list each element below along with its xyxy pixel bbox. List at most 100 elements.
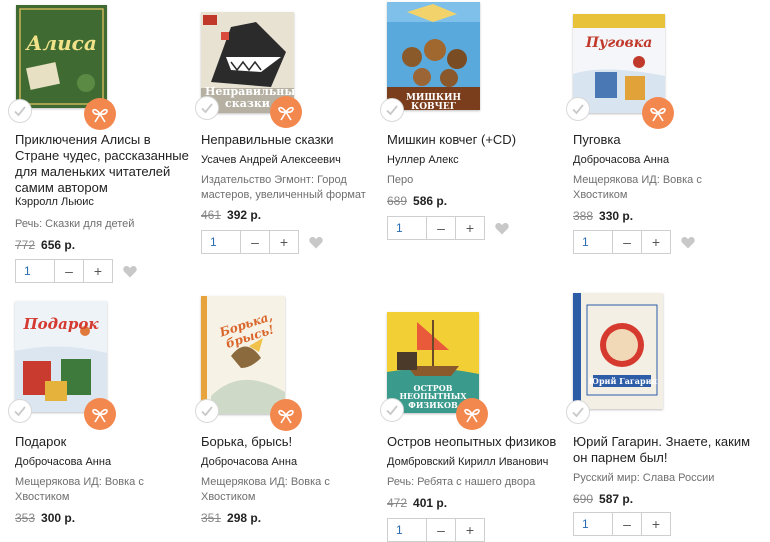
quantity-box: – + (387, 216, 485, 240)
gift-button[interactable] (642, 97, 674, 129)
decrease-button[interactable]: – (240, 231, 269, 253)
gift-button[interactable] (84, 98, 116, 130)
product-title[interactable]: Остров неопытных физиков (387, 434, 567, 450)
product-card: Борька, брысь! Борька, брысь! Доброчасов… (195, 296, 381, 525)
increase-button[interactable]: + (83, 260, 112, 282)
quantity-input[interactable] (574, 513, 612, 535)
checkmark-icon (386, 105, 398, 116)
product-publisher[interactable]: Русский мир: Слава России (573, 471, 748, 486)
product-title[interactable]: Приключения Алисы в Стране чудес, расска… (15, 132, 195, 196)
increase-button[interactable]: + (269, 231, 298, 253)
select-checkbox[interactable] (380, 98, 404, 122)
checkmark-icon (572, 104, 584, 115)
quantity-box: – + (15, 259, 113, 283)
product-author[interactable]: Доброчасова Анна (201, 455, 297, 469)
price-block: 690 587 р. (573, 492, 633, 506)
gift-bow-icon (464, 408, 480, 423)
book-cover[interactable]: Юрий Гагарин (573, 293, 663, 409)
product-title[interactable]: Неправильные сказки (201, 132, 381, 148)
quantity-stepper: – + (201, 230, 323, 254)
book-cover[interactable]: Борька, брысь! (201, 296, 285, 414)
decrease-button[interactable]: – (54, 260, 83, 282)
product-publisher[interactable]: Мещерякова ИД: Вовка с Хвостиком (15, 475, 190, 505)
gift-button[interactable] (270, 96, 302, 128)
quantity-stepper: – + (573, 512, 671, 536)
quantity-input[interactable] (574, 231, 612, 253)
select-checkbox[interactable] (566, 97, 590, 121)
book-cover[interactable]: Подарок (15, 301, 107, 412)
old-price: 772 (15, 238, 36, 252)
cover-title: Алиса (26, 31, 97, 55)
old-price: 472 (387, 496, 408, 510)
product-publisher[interactable]: Речь: Ребята с нашего двора (387, 475, 562, 490)
increase-button[interactable]: + (455, 217, 484, 239)
book-cover[interactable]: МИШКИН КОВЧЕГ (387, 2, 480, 110)
product-author[interactable]: Усачев Андрей Алексеевич (201, 153, 341, 167)
product-publisher[interactable]: Перо (387, 173, 562, 188)
product-title[interactable]: Борька, брысь! (201, 434, 381, 450)
increase-button[interactable]: + (641, 513, 670, 535)
heart-icon[interactable] (681, 236, 695, 249)
select-checkbox[interactable] (8, 99, 32, 123)
current-price: 587 р. (599, 492, 634, 506)
product-title[interactable]: Юрий Гагарин. Знаете, каким он парнем бы… (573, 434, 753, 466)
product-title[interactable]: Мишкин ковчег (+CD) (387, 132, 567, 148)
heart-icon[interactable] (123, 265, 137, 278)
quantity-input[interactable] (388, 519, 426, 541)
product-author[interactable]: Доброчасова Анна (573, 153, 669, 167)
product-publisher[interactable]: Мещерякова ИД: Вовка с Хвостиком (573, 173, 748, 203)
decrease-button[interactable]: – (612, 231, 641, 253)
product-publisher[interactable]: Мещерякова ИД: Вовка с Хвостиком (201, 475, 376, 505)
quantity-stepper: – + (387, 216, 509, 240)
current-price: 586 р. (413, 194, 448, 208)
select-checkbox[interactable] (195, 96, 219, 120)
increase-button[interactable]: + (455, 519, 484, 541)
price-block: 472 401 р. (387, 496, 447, 510)
current-price: 392 р. (227, 208, 262, 222)
cover-title: Юрий Гагарин (588, 376, 658, 386)
select-checkbox[interactable] (8, 399, 32, 423)
quantity-stepper: – + (387, 518, 485, 542)
decrease-button[interactable]: – (426, 217, 455, 239)
current-price: 656 р. (41, 238, 76, 252)
quantity-input[interactable] (202, 231, 240, 253)
product-card: МИШКИН КОВЧЕГ Мишкин ковчег (+CD) Нуллер… (380, 2, 567, 252)
quantity-stepper: – + (573, 230, 695, 254)
gift-button[interactable] (270, 399, 302, 431)
decrease-button[interactable]: – (612, 513, 641, 535)
quantity-input[interactable] (16, 260, 54, 282)
heart-icon[interactable] (309, 236, 323, 249)
select-checkbox[interactable] (566, 400, 590, 424)
product-author[interactable]: Доброчасова Анна (15, 455, 111, 469)
book-cover[interactable]: Алиса (16, 5, 107, 108)
product-publisher[interactable]: Издательство Эгмонт: Город мастеров, уве… (201, 173, 376, 203)
gift-button[interactable] (84, 398, 116, 430)
product-author[interactable]: Кэрролл Льюис (15, 195, 94, 209)
quantity-box: – + (573, 512, 671, 536)
checkmark-icon (201, 103, 213, 114)
product-author[interactable]: Домбровский Кирилл Иванович (387, 455, 548, 469)
current-price: 330 р. (599, 209, 634, 223)
select-checkbox[interactable] (195, 399, 219, 423)
checkmark-icon (201, 406, 213, 417)
book-cover[interactable]: ОСТРОВ НЕОПЫТНЫХ ФИЗИКОВ (387, 312, 479, 413)
select-checkbox[interactable] (380, 398, 404, 422)
decrease-button[interactable]: – (426, 519, 455, 541)
product-author[interactable]: Нуллер Алекс (387, 153, 459, 167)
product-title[interactable]: Подарок (15, 434, 195, 450)
quantity-box: – + (387, 518, 485, 542)
product-title[interactable]: Пуговка (573, 132, 753, 148)
current-price: 401 р. (413, 496, 448, 510)
price-block: 388 330 р. (573, 209, 633, 223)
checkmark-icon (14, 106, 26, 117)
gift-button[interactable] (456, 398, 488, 430)
quantity-box: – + (573, 230, 671, 254)
quantity-input[interactable] (388, 217, 426, 239)
product-card: Неправильные сказки Неправильные сказки … (195, 12, 381, 272)
increase-button[interactable]: + (641, 231, 670, 253)
quantity-box: – + (201, 230, 299, 254)
product-publisher[interactable]: Речь: Сказки для детей (15, 217, 190, 232)
price-block: 689 586 р. (387, 194, 447, 208)
price-block: 772 656 р. (15, 238, 75, 252)
heart-icon[interactable] (495, 222, 509, 235)
